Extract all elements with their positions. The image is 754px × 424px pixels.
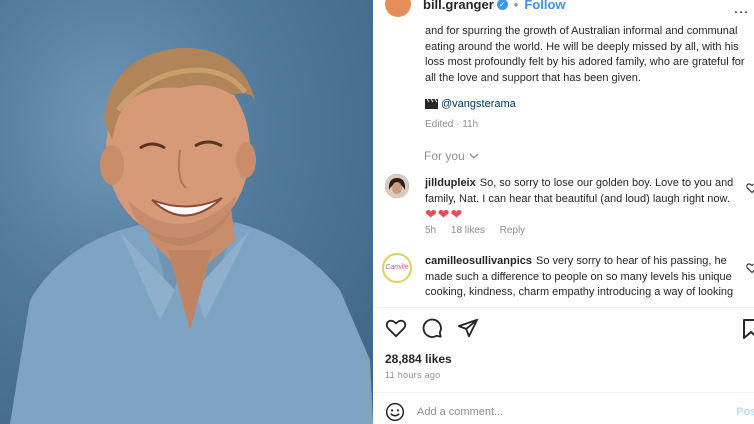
post-header: bill.granger ✓ • Follow … — [373, 0, 754, 18]
comment-heart-icon[interactable] — [746, 262, 754, 274]
post-photo[interactable] — [0, 0, 373, 424]
separator-dot: • — [513, 0, 519, 12]
author-avatar[interactable] — [385, 0, 411, 17]
post-age: 11 hours ago — [385, 370, 441, 380]
avatar-portrait-icon — [385, 174, 409, 198]
more-options-button[interactable]: … — [733, 0, 750, 18]
bookmark-icon[interactable] — [742, 318, 754, 340]
comment-icon[interactable] — [421, 317, 443, 339]
follow-button[interactable]: Follow — [524, 0, 565, 12]
section-divider — [373, 392, 754, 393]
instagram-post: bill.granger ✓ • Follow … and for spurri… — [0, 0, 754, 424]
post-caption: and for spurring the growth of Australia… — [425, 25, 745, 84]
likes-count[interactable]: 28,884 likes — [385, 352, 452, 366]
reply-button[interactable]: Reply — [500, 225, 526, 236]
section-divider — [373, 307, 754, 308]
photo-credit[interactable]: @vangsterama — [425, 98, 516, 110]
photo-credit-handle[interactable]: @vangsterama — [441, 98, 516, 110]
action-bar — [385, 317, 479, 339]
post-details-panel: bill.granger ✓ • Follow … and for spurri… — [373, 0, 754, 424]
post-comment-button[interactable]: Post — [736, 406, 754, 418]
share-icon[interactable] — [457, 317, 479, 339]
add-comment-input[interactable]: Add a comment... — [417, 406, 503, 418]
comment-heart-icon[interactable] — [746, 182, 754, 194]
for-you-label[interactable]: For you — [424, 149, 465, 163]
clapperboard-icon — [425, 99, 438, 109]
commenter-username[interactable]: jilldupleix — [425, 177, 476, 189]
comment-likes[interactable]: 18 likes — [451, 225, 485, 236]
author-username[interactable]: bill.granger — [423, 0, 494, 12]
commenter-username[interactable]: camilleosullivanpics — [425, 255, 532, 267]
portrait-illustration — [10, 47, 373, 424]
avatar-label: Camille — [385, 264, 409, 271]
edited-timestamp: Edited · 11h — [425, 119, 479, 130]
for-you-filter[interactable]: For you — [424, 149, 479, 163]
comment-body: jilldupleix So, so sorry to lose our gold… — [425, 176, 754, 225]
verified-badge-icon: ✓ — [496, 0, 508, 10]
heart-icon[interactable] — [385, 317, 407, 339]
comment-meta: 5h 18 likes Reply — [425, 225, 537, 236]
comment-body: camilleosullivanpics So very sorry to hea… — [425, 254, 754, 298]
commenter-avatar[interactable]: Camille — [382, 253, 412, 283]
heart-emojis: ❤❤❤ — [425, 206, 464, 223]
chevron-down-icon — [469, 153, 479, 159]
emoji-icon[interactable] — [385, 402, 405, 422]
commenter-avatar[interactable] — [385, 174, 409, 198]
comment-composer: Add a comment... Post — [373, 400, 754, 424]
comment-time: 5h — [425, 225, 437, 236]
